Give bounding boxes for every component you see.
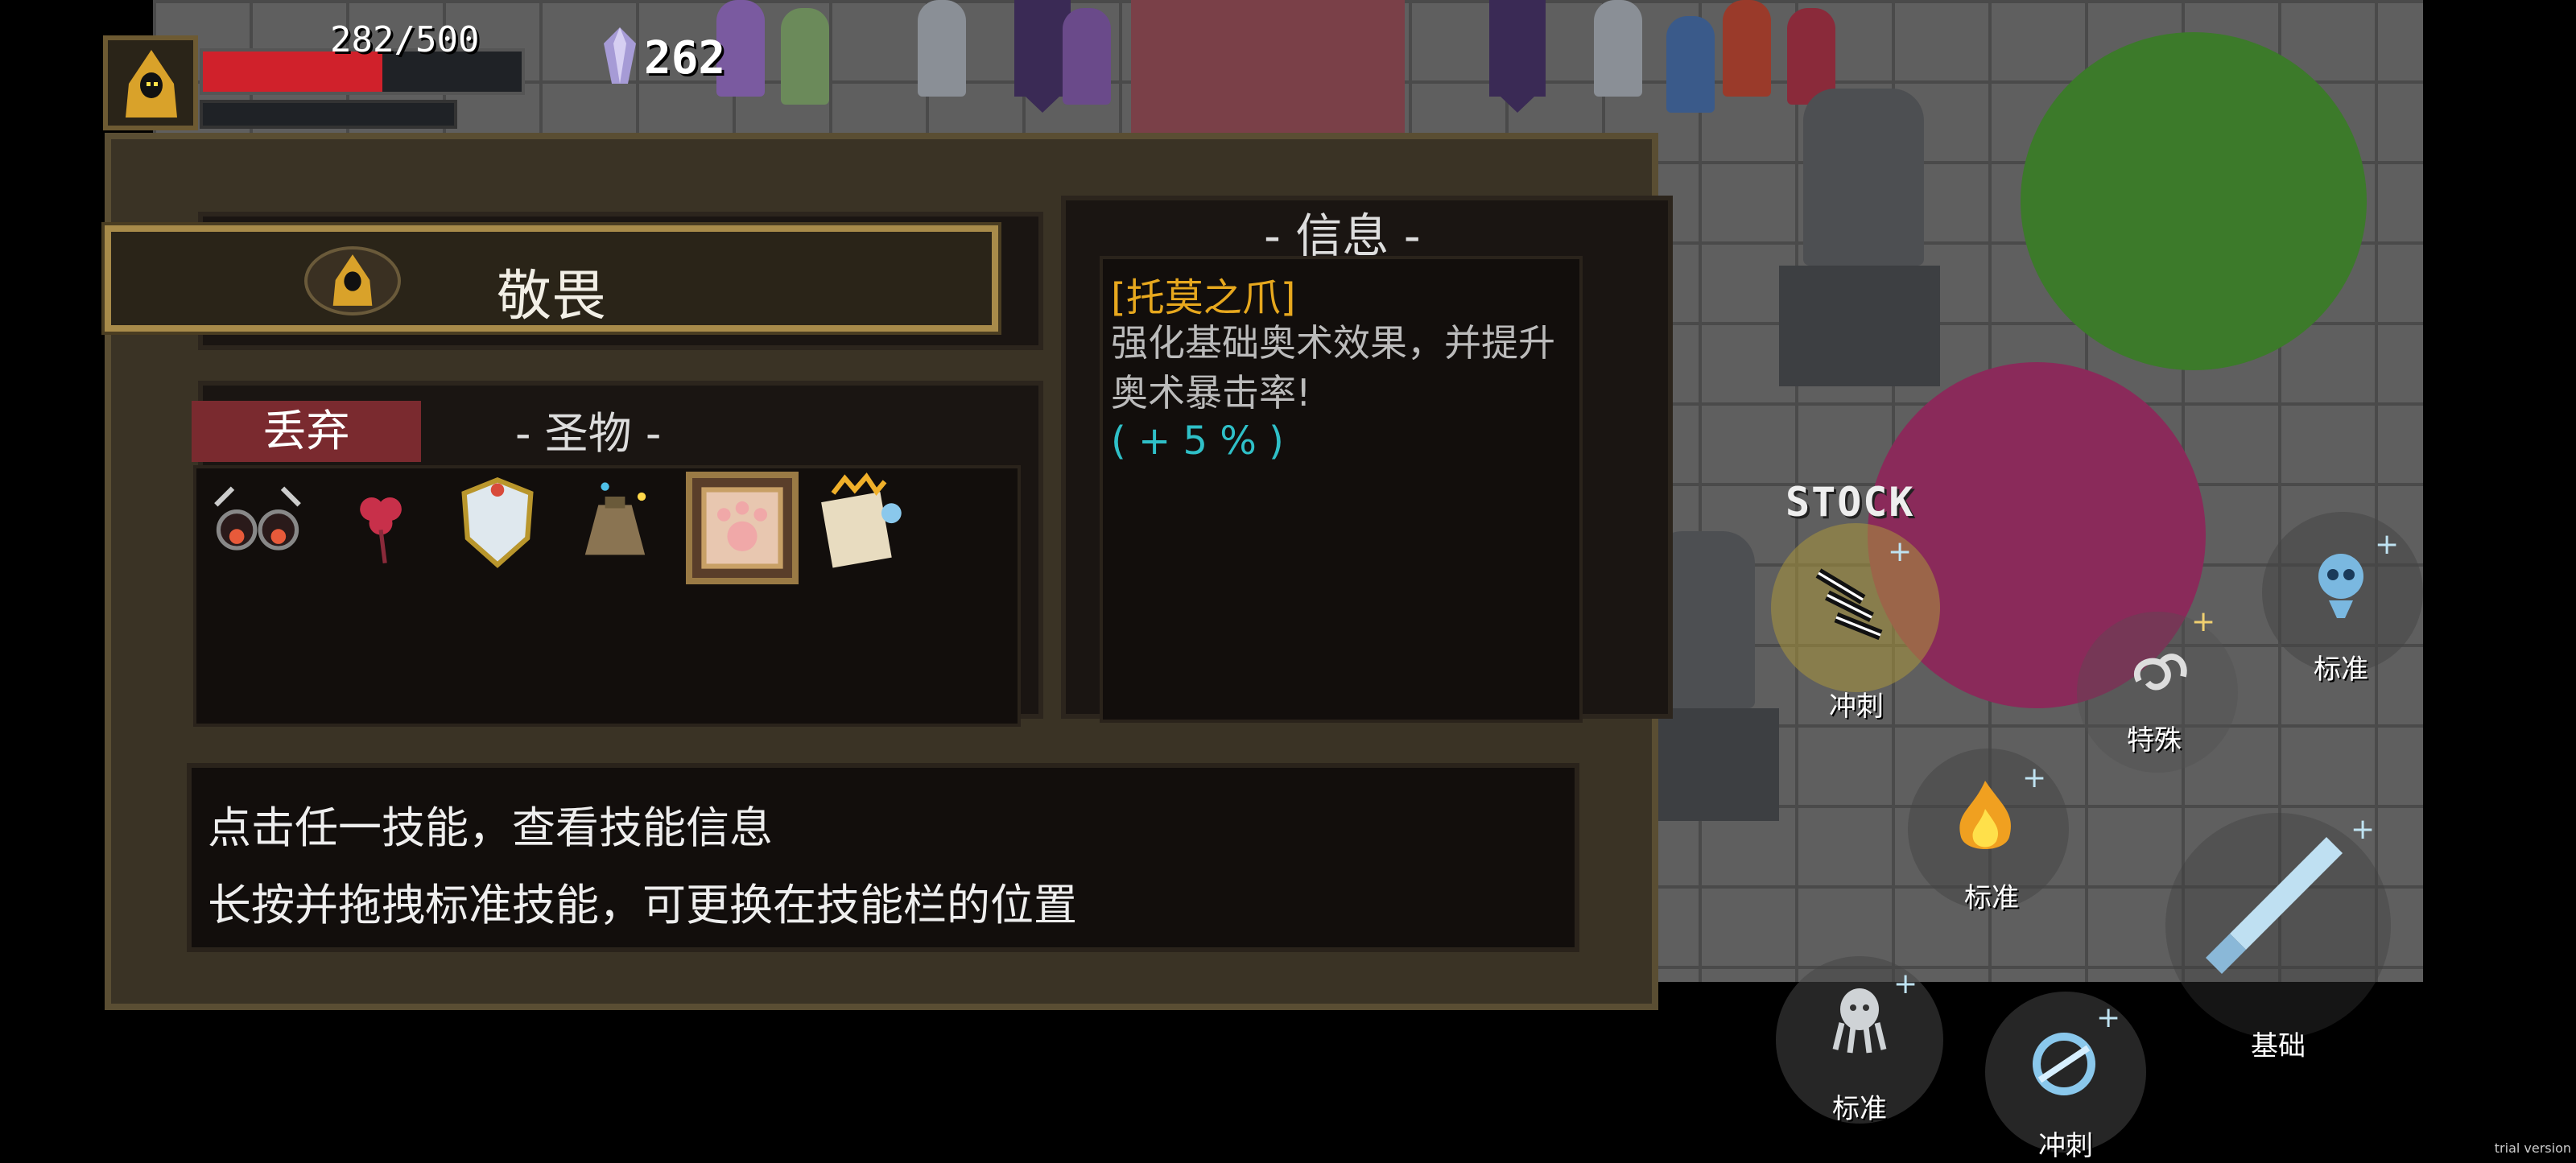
hint-line-1: 点击任一技能，查看技能信息 [208,802,773,853]
dash-skill-label: 冲刺 [1829,691,1884,723]
crowd-npc [1723,0,1771,97]
fire-icon [1959,781,2011,849]
relic-title: - 圣物 - [515,408,662,459]
health-text: 282/500 [330,19,480,60]
gem-count: 262 [644,32,726,85]
relic-scroll[interactable] [808,472,921,584]
crowd-npc [781,8,829,105]
standard-skill-label-1: 标准 [2314,654,2368,686]
special-skill-label: 特殊 [2127,724,2182,757]
relic-pouch[interactable] [565,472,678,584]
dash-skill-label-2: 冲刺 [2038,1130,2093,1162]
basic-skill-button[interactable] [2165,813,2391,1038]
relic-paw-frame[interactable] [686,472,799,584]
claw-slash-icon [1815,568,1883,641]
relic-shield[interactable] [448,472,560,584]
relic-bonus: ( + 5 % ) [1111,419,1284,464]
hint-line-2: 长按并拖拽标准技能，可更换在技能栏的位置 [208,880,1077,930]
standard-skill-label-2: 标准 [1964,882,2019,914]
plus-icon: + [2096,1001,2121,1034]
relic-name: [托莫之爪] [1111,275,1296,320]
discard-button[interactable]: 丢弃 [192,401,421,462]
crowd-npc [1666,16,1715,113]
plus-icon: + [2375,528,2400,561]
green-tree [2021,32,2367,370]
dash-skill-button[interactable] [1771,523,1940,692]
hooded-wizard-icon [126,50,177,118]
shield-icon [461,476,534,568]
plus-icon: + [1893,967,1918,1000]
plus-icon: + [2022,761,2047,794]
banner [1489,0,1546,113]
plus-icon: + [2351,813,2376,846]
swirl-icon [2134,654,2187,691]
player-portrait [103,35,198,130]
flower-icon [360,497,402,563]
relic-glasses[interactable] [208,472,320,584]
pouch-icon [584,482,646,555]
skill-name: 敬畏 [496,265,606,328]
crowd-npc [1063,8,1111,105]
statue [1803,89,1924,266]
carpet [1131,0,1405,133]
stock-label: STOCK [1785,479,1915,526]
basic-skill-label: 基础 [2251,1030,2306,1062]
ice-vortex-icon [2033,1033,2095,1095]
paw-frame-icon [701,487,783,569]
crowd-npc [918,0,966,97]
relic-flower[interactable] [330,472,443,584]
crystal-gem-icon [604,27,636,84]
crowd-npc [1594,0,1642,97]
mana-bar [200,100,457,129]
pedestal [1779,266,1940,386]
scroll-icon [821,472,902,568]
plus-icon: + [1888,535,1913,568]
glasses-icon [214,486,301,551]
ghost-squid-icon [1832,988,1887,1054]
relic-description: 强化基础奥术效果，并提升奥术暴击率! [1111,321,1555,414]
ice-skull-icon [2318,554,2363,618]
plus-icon: + [2191,605,2216,638]
standard-skill-label-3: 标准 [1832,1093,1887,1125]
ice-sword-icon [2206,837,2343,974]
skill-name-frame[interactable]: 敬畏 [101,222,1001,335]
trial-version-label: trial version [2494,1140,2571,1156]
